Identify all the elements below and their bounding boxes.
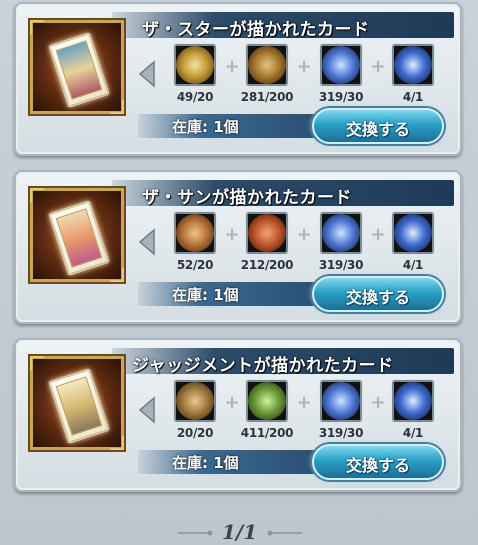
card-title: ザ・スターが描かれたカード — [142, 20, 370, 40]
card-panel: ジャッジメントが描かれたカード 20/20 + 411/200 + 319/30… — [14, 338, 462, 492]
material-bronze-emblem-icon[interactable] — [174, 380, 216, 422]
pagination: 1/1 — [0, 514, 478, 544]
material-gold-medallion-icon[interactable] — [174, 44, 216, 86]
stock-bar: 在庫: 1個 — [138, 114, 318, 138]
plus-icon: + — [224, 224, 240, 245]
tarot-card-image[interactable] — [30, 188, 124, 282]
stock-bar: 在庫: 1個 — [138, 450, 318, 474]
plus-icon: + — [296, 224, 312, 245]
material-blue-orb-icon[interactable] — [392, 212, 434, 254]
material-sun-emblem-icon[interactable] — [174, 212, 216, 254]
title-bar: ザ・スターが描かれたカード — [112, 12, 454, 40]
material-bronze-coin-icon[interactable] — [246, 44, 288, 86]
ornament-left-icon — [178, 530, 213, 536]
stock-bar: 在庫: 1個 — [138, 282, 318, 306]
material-count: 49/20 — [176, 90, 214, 104]
stock-label: 在庫: 1個 — [172, 286, 239, 304]
ornament-right-icon — [267, 530, 302, 536]
material-count: 52/20 — [176, 258, 214, 272]
material-blue-crystal-icon[interactable] — [320, 212, 362, 254]
plus-icon: + — [370, 392, 386, 413]
material-count: 212/200 — [240, 258, 294, 272]
plus-icon: + — [224, 392, 240, 413]
page-indicator: 1/1 — [222, 520, 258, 544]
plus-icon: + — [296, 392, 312, 413]
card-title: ジャッジメントが描かれたカード — [132, 356, 394, 376]
exchange-button[interactable]: 交換する — [312, 108, 444, 144]
exchange-button[interactable]: 交換する — [312, 276, 444, 312]
exchange-button-label: 交換する — [345, 456, 410, 475]
arrow-left-icon — [138, 396, 155, 424]
arrow-left-icon — [138, 228, 155, 256]
material-blue-orb-icon[interactable] — [392, 44, 434, 86]
material-count: 319/30 — [318, 90, 364, 104]
card-panel: ザ・サンが描かれたカード 52/20 + 212/200 + 319/30 + … — [14, 170, 462, 324]
tarot-card-image[interactable] — [30, 20, 124, 114]
material-count: 319/30 — [318, 258, 364, 272]
tarot-card-icon — [47, 367, 111, 445]
tarot-card-icon — [47, 199, 111, 277]
exchange-button-label: 交換する — [345, 120, 410, 139]
material-blue-orb-icon[interactable] — [392, 380, 434, 422]
material-count: 4/1 — [402, 90, 424, 104]
stock-label: 在庫: 1個 — [172, 454, 239, 472]
stock-label: 在庫: 1個 — [172, 118, 239, 136]
card-panel: ザ・スターが描かれたカード 49/20 + 281/200 + 319/30 +… — [14, 2, 462, 156]
material-count: 411/200 — [240, 426, 294, 440]
title-bar: ザ・サンが描かれたカード — [112, 180, 454, 208]
tarot-card-image[interactable] — [30, 356, 124, 450]
material-count: 4/1 — [402, 258, 424, 272]
material-red-medallion-icon[interactable] — [246, 212, 288, 254]
title-bar: ジャッジメントが描かれたカード — [112, 348, 454, 376]
plus-icon: + — [370, 56, 386, 77]
exchange-button[interactable]: 交換する — [312, 444, 444, 480]
material-count: 319/30 — [318, 426, 364, 440]
exchange-button-label: 交換する — [345, 288, 410, 307]
tarot-card-icon — [47, 31, 111, 109]
card-title: ザ・サンが描かれたカード — [142, 188, 352, 208]
plus-icon: + — [296, 56, 312, 77]
material-count: 20/20 — [176, 426, 214, 440]
material-count: 281/200 — [240, 90, 294, 104]
material-blue-crystal-icon[interactable] — [320, 380, 362, 422]
arrow-left-icon — [138, 60, 155, 88]
plus-icon: + — [370, 224, 386, 245]
material-count: 4/1 — [402, 426, 424, 440]
material-blue-crystal-icon[interactable] — [320, 44, 362, 86]
plus-icon: + — [224, 56, 240, 77]
material-green-medallion-icon[interactable] — [246, 380, 288, 422]
